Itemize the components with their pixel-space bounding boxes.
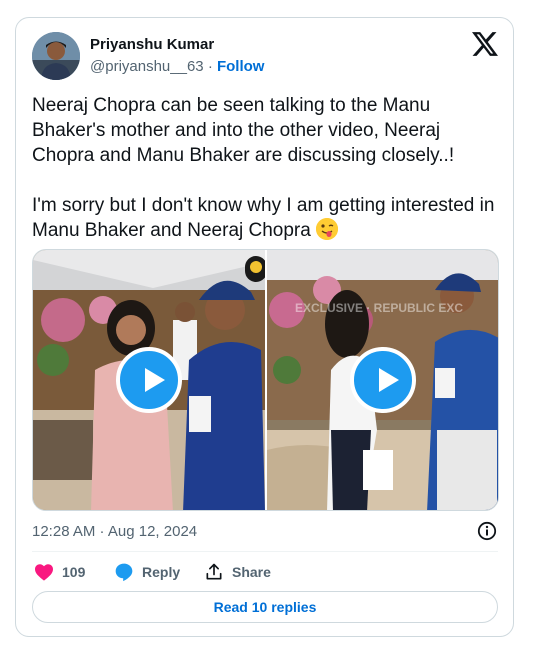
play-icon[interactable]	[350, 347, 416, 413]
like-count: 109	[62, 564, 86, 580]
info-icon[interactable]	[477, 521, 497, 541]
author-name[interactable]: Priyanshu Kumar	[90, 36, 214, 53]
video-thumbnail-left[interactable]	[33, 250, 265, 510]
reply-bubble-icon	[115, 563, 133, 582]
author-handle[interactable]: @priyanshu__63	[90, 58, 204, 75]
play-icon[interactable]	[116, 347, 182, 413]
reply-label: Reply	[142, 564, 181, 580]
reply-button[interactable]: Reply	[114, 561, 180, 583]
winking-face-with-tongue-icon	[316, 218, 339, 240]
like-button[interactable]: 109	[34, 561, 85, 583]
meta-separator: ·	[207, 58, 213, 75]
read-replies-button[interactable]: Read 10 replies	[32, 591, 498, 623]
divider	[32, 551, 498, 552]
x-logo-icon[interactable]	[472, 32, 498, 56]
media-grid: EXCLUSIVE · REPUBLIC EXC	[32, 249, 499, 511]
tweet-card: Priyanshu Kumar @priyanshu__63 · Follow …	[15, 17, 514, 637]
heart-icon	[35, 564, 53, 581]
tweet-paragraph-2: I'm sorry but I don't know why I am gett…	[32, 195, 500, 241]
tweet-paragraph-1: Neeraj Chopra can be seen talking to the…	[32, 95, 455, 166]
avatar[interactable]	[32, 32, 80, 80]
tweet-text: Neeraj Chopra can be seen talking to the…	[32, 93, 502, 243]
video-thumbnail-right[interactable]: EXCLUSIVE · REPUBLIC EXC	[267, 250, 498, 510]
follow-button[interactable]: Follow	[217, 58, 265, 75]
share-button[interactable]: Share	[204, 561, 271, 583]
author-meta: @priyanshu__63 · Follow	[90, 58, 264, 75]
share-label: Share	[232, 564, 271, 580]
tweet-timestamp[interactable]: 12:28 AM · Aug 12, 2024	[32, 523, 197, 540]
tweet-header: Priyanshu Kumar @priyanshu__63 · Follow	[32, 32, 498, 80]
watermark-text: EXCLUSIVE · REPUBLIC EXC	[295, 301, 463, 315]
share-icon	[206, 563, 222, 580]
